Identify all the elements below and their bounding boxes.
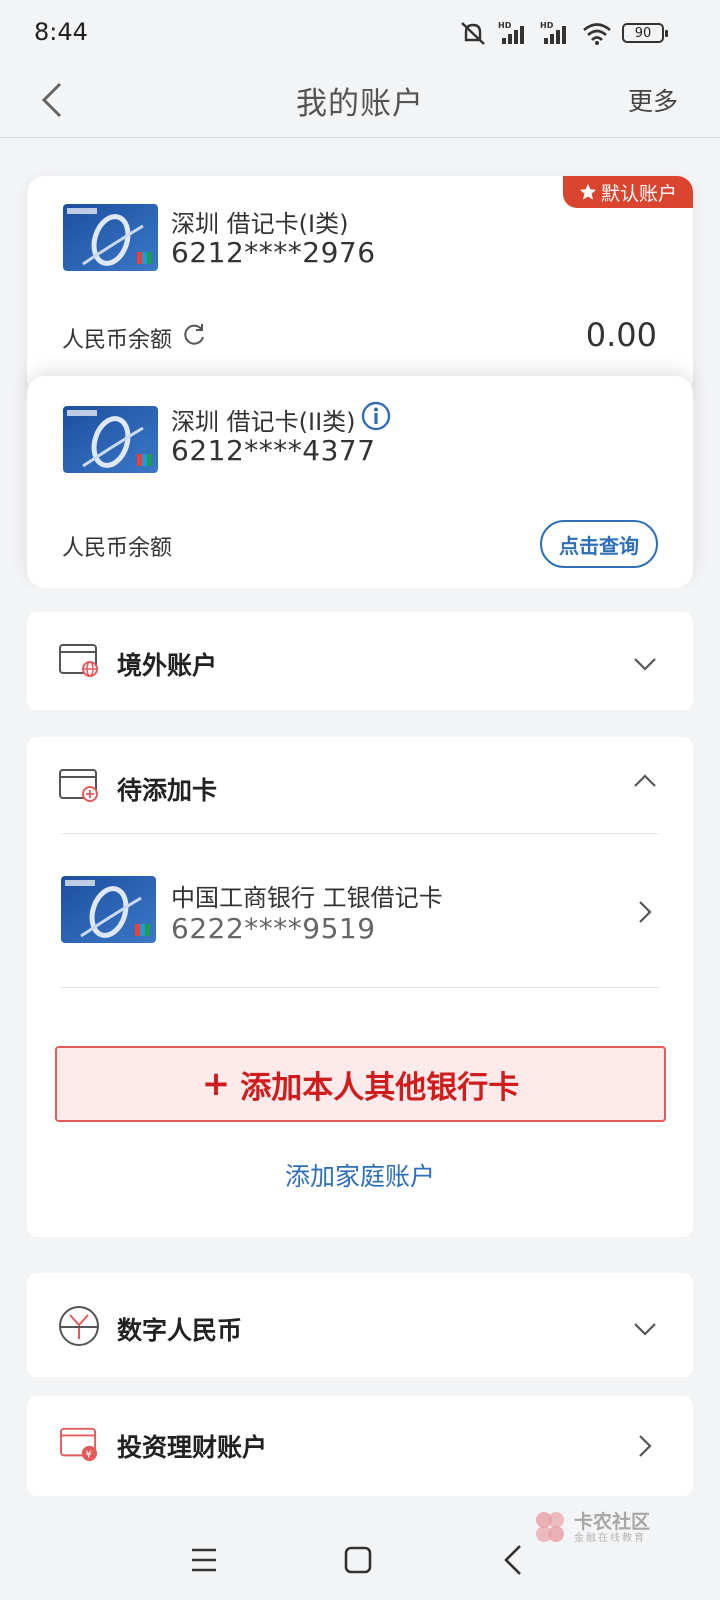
plus-icon: + (201, 1064, 231, 1104)
watermark-logo-icon (535, 1512, 564, 1542)
svg-text:HD: HD (498, 21, 512, 30)
menu-icon[interactable] (184, 1540, 224, 1580)
more-button[interactable]: 更多 (628, 82, 678, 118)
battery-level: 90 (634, 25, 652, 41)
back-icon[interactable] (494, 1540, 534, 1580)
chevron-right-icon[interactable] (631, 898, 659, 926)
signal-hd-icon-2: HD (540, 21, 566, 44)
pending-cards-section: 待添加卡 中国工商银行 工银借记卡 6222****9519 + 添加本人其他银… (27, 737, 693, 1237)
digital-rmb-icon (59, 1306, 99, 1346)
overseas-card-icon (59, 644, 98, 677)
icbc-card-image (63, 204, 158, 271)
balance-label: 人民币余额 (62, 536, 173, 561)
page-title: 我的账户 (296, 86, 424, 122)
wifi-icon (583, 23, 611, 45)
watermark: 卡农社区 金融在线教育 (530, 1508, 650, 1548)
pending-card-number: 6222****9519 (171, 912, 376, 945)
chevron-down-icon[interactable] (631, 650, 659, 678)
card-number: 6212****2976 (171, 236, 376, 269)
investment-account-section[interactable]: ¥ 投资理财账户 (27, 1396, 693, 1496)
investment-account-title: 投资理财账户 (117, 1433, 268, 1462)
chevron-up-icon[interactable] (631, 767, 659, 795)
balance-label: 人民币余额 (62, 328, 173, 353)
watermark-text: 卡农社区 (573, 1511, 650, 1534)
digital-rmb-title: 数字人民币 (117, 1316, 243, 1345)
svg-text:¥: ¥ (86, 1449, 92, 1460)
default-badge-label: 默认账户 (600, 182, 677, 205)
home-icon[interactable] (338, 1540, 378, 1580)
icbc-card-image (63, 406, 158, 473)
divider (61, 987, 659, 988)
chevron-down-icon[interactable] (631, 1315, 659, 1343)
card-name: 深圳 借记卡(I类) (171, 210, 349, 238)
add-card-label: 添加本人其他银行卡 (240, 1069, 520, 1106)
overseas-account-section[interactable]: 境外账户 (27, 612, 693, 710)
card-number: 6212****4377 (171, 434, 376, 467)
info-icon[interactable] (361, 401, 391, 431)
add-family-account-link[interactable]: 添加家庭账户 (27, 1157, 693, 1193)
default-account-badge: 默认账户 (563, 176, 693, 208)
signal-hd-icon: HD (498, 21, 524, 44)
battery-indicator: 90 (622, 23, 668, 43)
mute-icon (461, 22, 485, 45)
add-other-bank-card-button[interactable]: + 添加本人其他银行卡 (55, 1046, 666, 1122)
watermark-subtext: 金融在线教育 (573, 1532, 646, 1544)
balance-value: 0.00 (585, 316, 657, 354)
card-name: 深圳 借记卡(II类) (171, 408, 356, 436)
account-card-type2[interactable]: 深圳 借记卡(II类) 6212****4377 人民币余额 点击查询 (27, 376, 693, 588)
status-time: 8:44 (34, 18, 88, 46)
pending-card-row[interactable]: 中国工商银行 工银借记卡 6222****9519 (27, 834, 693, 986)
pending-cards-title: 待添加卡 (117, 776, 218, 805)
account-card-type1[interactable]: 默认账户 深圳 借记卡(I类) 6212****2976 人民币余额 0.00 (27, 176, 693, 396)
status-bar: 8:44 HD HD 90 (0, 0, 720, 66)
digital-rmb-section[interactable]: 数字人民币 (27, 1273, 693, 1377)
pending-card-name: 中国工商银行 工银借记卡 (171, 884, 443, 912)
status-icons: HD HD 90 (458, 20, 668, 46)
investment-card-icon: ¥ (60, 1427, 97, 1462)
nav-bar: 我的账户 更多 (0, 66, 720, 138)
chevron-right-icon[interactable] (631, 1432, 659, 1460)
query-balance-button[interactable]: 点击查询 (540, 520, 658, 568)
refresh-icon[interactable] (181, 322, 207, 348)
star-icon (579, 183, 597, 200)
overseas-account-title: 境外账户 (117, 651, 218, 680)
svg-text:HD: HD (540, 21, 554, 30)
icbc-card-image (61, 876, 156, 943)
pending-card-icon (59, 769, 98, 802)
